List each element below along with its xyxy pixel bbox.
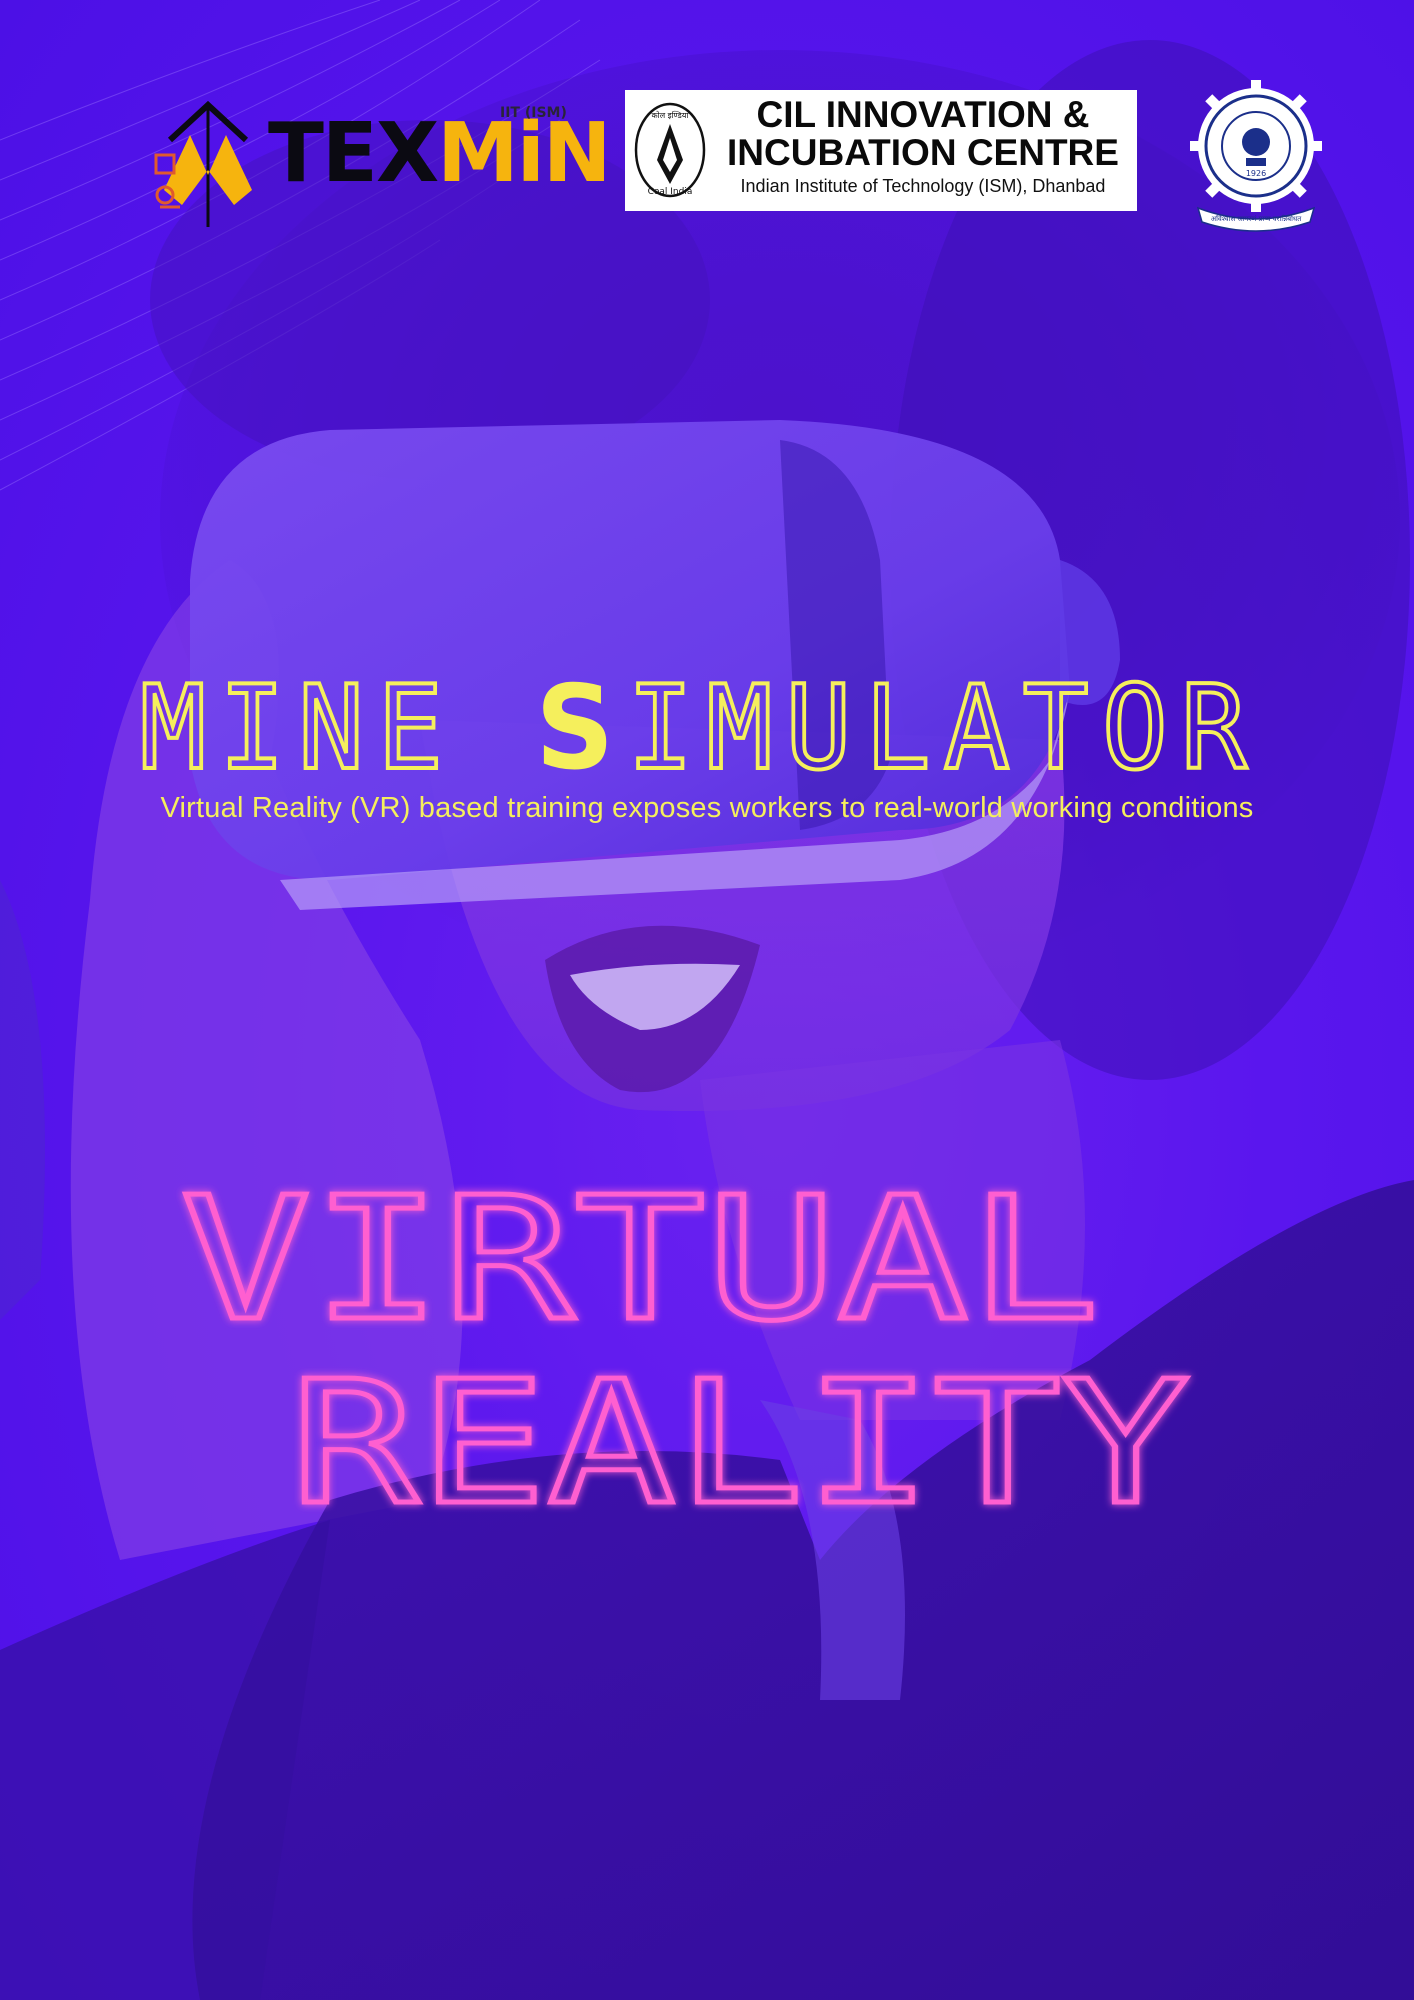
cil-emblem-script: कोल इण्डिया: [652, 110, 690, 120]
vr-person-photo: [0, 0, 1414, 2000]
header-logos: TEXMiN IIT (ISM) कोल इण्डिया Coal India …: [0, 0, 1414, 260]
feature-line2: REALITY: [290, 1345, 1190, 1530]
ism-seal-year: 1926: [1246, 169, 1266, 178]
feature-line1: VIRTUAL: [180, 1170, 1100, 1359]
svg-text:MINE SIMULATOR: MINE SIMULATOR: [140, 670, 1260, 780]
headline-title: MINE SIMULATOR: [140, 670, 1260, 780]
headline-accent-letter: S: [535, 670, 627, 780]
cil-subtitle: Indian Institute of Technology (ISM), Dh…: [740, 176, 1106, 196]
cil-title-line1: CIL INNOVATION &: [756, 94, 1090, 135]
cil-incubation-logo: कोल इण्डिया Coal India CIL INNOVATION & …: [625, 90, 1137, 211]
coal-india-emblem-icon: कोल इण्डिया Coal India: [634, 102, 706, 198]
texmin-wordmark: TEXMiN: [268, 113, 612, 195]
texmin-logo: TEXMiN IIT (ISM): [150, 95, 612, 235]
headline-block: MINE SIMULATOR Virtual Reality (VR) base…: [0, 670, 1414, 830]
iit-ism-seal-icon: 1926 अविश्वास जागरणं प्राप्य वरान्निबोधत: [1190, 80, 1322, 232]
virtual-reality-title: VIRTUAL REALITY: [178, 1170, 1193, 1530]
ism-seal-motto: अविश्वास जागरणं प्राप्य वरान्निबोधत: [1211, 214, 1302, 223]
headline-subtitle: Virtual Reality (VR) based training expo…: [160, 792, 1254, 824]
texmin-mining-icon: [154, 100, 252, 227]
poster: TEXMiN IIT (ISM) कोल इण्डिया Coal India …: [0, 0, 1414, 2000]
headline-part1: MINE: [140, 670, 535, 780]
cil-emblem-text: Coal India: [648, 187, 693, 197]
texmin-prefix: TEX: [268, 106, 439, 201]
texmin-badge: IIT (ISM): [500, 105, 567, 121]
cil-title-line2: INCUBATION CENTRE: [727, 132, 1119, 173]
headline-part2: IMULATOR: [627, 670, 1260, 780]
